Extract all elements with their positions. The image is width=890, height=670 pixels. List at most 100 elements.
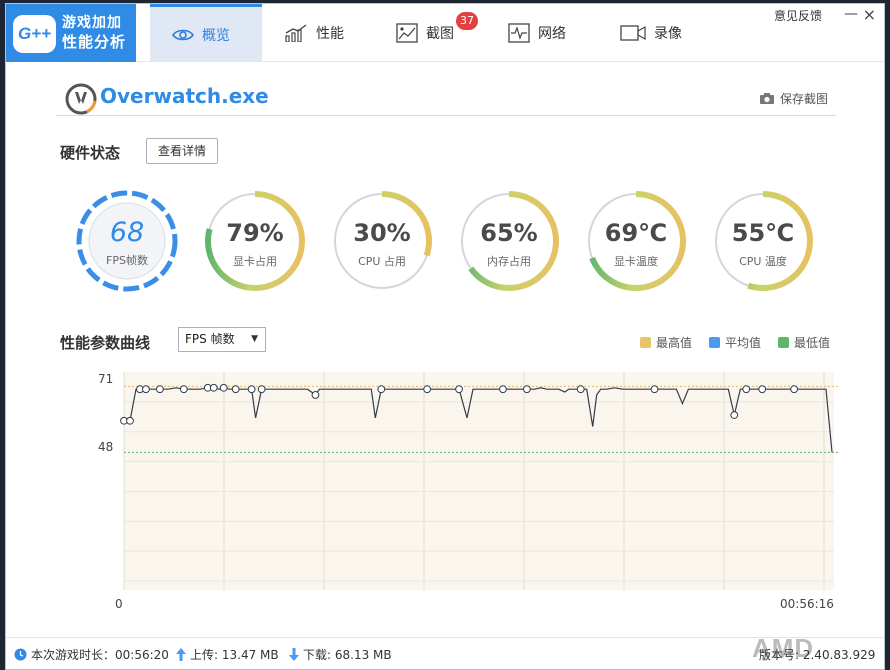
cpu-temperature-label: CPU 温度 bbox=[739, 255, 787, 268]
view-details-button[interactable]: 查看详情 bbox=[146, 138, 218, 164]
download-arrow-icon bbox=[289, 648, 299, 661]
data-point[interactable] bbox=[522, 385, 531, 394]
camera-icon bbox=[759, 93, 774, 104]
logo-line-2: 性能分析 bbox=[62, 33, 127, 51]
tab-network-label: 网络 bbox=[538, 26, 566, 42]
tab-video[interactable]: 录像 bbox=[598, 4, 710, 62]
legend-min-swatch bbox=[778, 337, 789, 348]
legend-max-label: 最高值 bbox=[656, 336, 693, 350]
play-duration: 本次游戏时长：00:56:20 bbox=[14, 646, 169, 663]
save-screenshot-label: 保存截图 bbox=[779, 92, 828, 106]
app-window: G++ 游戏加加 性能分析 概览 性能 截图 37 网络 录像 意见反馈 — ×… bbox=[5, 3, 885, 670]
chevron-down-icon: ▼ bbox=[251, 334, 258, 344]
chart-plot-area bbox=[124, 372, 834, 590]
data-point[interactable] bbox=[257, 385, 266, 394]
app-logo: G++ 游戏加加 性能分析 bbox=[6, 4, 136, 62]
tab-overview-label: 概览 bbox=[202, 27, 230, 44]
legend-min: 最低值 bbox=[778, 334, 830, 351]
top-bar: G++ 游戏加加 性能分析 概览 性能 截图 37 网络 录像 意见反馈 — × bbox=[6, 4, 884, 62]
upload-arrow-icon bbox=[176, 648, 186, 661]
picture-icon bbox=[396, 23, 418, 43]
logo-mark-text: G++ bbox=[17, 24, 52, 43]
tab-performance-label: 性能 bbox=[316, 26, 344, 42]
save-screenshot-button[interactable]: 保存截图 bbox=[759, 90, 828, 107]
performance-curve-title: 性能参数曲线 bbox=[60, 334, 151, 352]
logo-line-1: 游戏加加 bbox=[62, 15, 122, 31]
cpu-usage-label: CPU 占用 bbox=[358, 255, 406, 268]
data-point[interactable] bbox=[650, 385, 659, 394]
data-point[interactable] bbox=[576, 385, 585, 394]
data-point[interactable] bbox=[455, 385, 463, 394]
memory-usage-label: 内存占用 bbox=[487, 255, 531, 268]
data-point[interactable] bbox=[499, 385, 507, 394]
gpu-temperature-label: 显卡温度 bbox=[614, 255, 658, 268]
process-name: Overwatch.exe bbox=[100, 84, 269, 108]
logo-mark-icon: G++ bbox=[13, 15, 56, 53]
amd-watermark-logo: AMD bbox=[752, 633, 815, 663]
legend-avg-swatch bbox=[709, 337, 720, 348]
pulse-icon bbox=[508, 23, 530, 43]
legend-min-label: 最低值 bbox=[794, 336, 831, 350]
fps-value: 68 bbox=[109, 217, 145, 248]
data-point[interactable] bbox=[126, 416, 134, 425]
data-point[interactable] bbox=[155, 385, 164, 394]
upload-stat: 上传: 13.47 MB bbox=[176, 646, 279, 663]
fps-chart bbox=[94, 372, 839, 620]
hardware-status-title: 硬件状态 bbox=[60, 144, 121, 162]
gpu-temperature-value: 69℃ bbox=[604, 219, 668, 247]
data-point[interactable] bbox=[311, 391, 320, 399]
data-point[interactable] bbox=[219, 383, 228, 392]
process-title-row: Overwatch.exe 保存截图 bbox=[56, 78, 836, 116]
fps-chart-canvas bbox=[120, 372, 839, 590]
x-tick-end: 00:56:16 bbox=[780, 597, 834, 611]
data-point[interactable] bbox=[758, 385, 767, 394]
close-button[interactable]: × bbox=[863, 5, 876, 24]
gpu-usage-value: 79% bbox=[226, 219, 284, 247]
gauge-memory-usage: 65% 内存占用 bbox=[457, 189, 561, 293]
cpu-temperature-value: 55℃ bbox=[731, 219, 795, 247]
gauge-fps: 68 FPS帧数 bbox=[75, 189, 179, 293]
data-point[interactable] bbox=[247, 385, 256, 394]
upload-text: 上传: 13.47 MB bbox=[190, 648, 279, 662]
gauge-gpu-usage: 79% 显卡占用 bbox=[203, 189, 307, 293]
download-stat: 下载: 68.13 MB bbox=[289, 646, 392, 663]
data-point[interactable] bbox=[742, 385, 751, 394]
data-point[interactable] bbox=[730, 411, 739, 419]
legend-max: 最高值 bbox=[640, 334, 692, 351]
legend-max-swatch bbox=[640, 337, 651, 348]
bar-chart-icon bbox=[285, 24, 307, 42]
video-camera-icon bbox=[620, 25, 646, 41]
overwatch-logo-icon bbox=[65, 83, 97, 115]
download-text: 下载: 68.13 MB bbox=[303, 648, 392, 662]
data-point[interactable] bbox=[231, 385, 240, 394]
data-point[interactable] bbox=[377, 385, 386, 394]
gauge-cpu-usage: 30% CPU 占用 bbox=[330, 189, 434, 293]
metric-select-value: FPS 帧数 bbox=[185, 332, 235, 346]
tab-screenshot-label: 截图 bbox=[426, 26, 454, 42]
tab-performance[interactable]: 性能 bbox=[262, 4, 374, 62]
tab-overview[interactable]: 概览 bbox=[150, 4, 262, 62]
gauge-cpu-temperature: 55℃ CPU 温度 bbox=[711, 189, 815, 293]
data-point[interactable] bbox=[179, 385, 188, 394]
screenshot-count-badge: 37 bbox=[456, 12, 478, 30]
play-duration-text: 本次游戏时长：00:56:20 bbox=[31, 648, 169, 662]
logo-text: 游戏加加 性能分析 bbox=[62, 14, 136, 52]
legend-avg: 平均值 bbox=[709, 334, 761, 351]
cpu-usage-value: 30% bbox=[353, 219, 411, 247]
data-point[interactable] bbox=[209, 383, 218, 392]
fps-label: FPS帧数 bbox=[106, 254, 148, 267]
x-tick-start: 0 bbox=[115, 597, 123, 611]
legend-avg-label: 平均值 bbox=[725, 336, 762, 350]
eye-icon bbox=[172, 29, 194, 40]
data-point[interactable] bbox=[423, 385, 432, 394]
gpu-usage-label: 显卡占用 bbox=[233, 255, 277, 268]
minimize-button[interactable]: — bbox=[844, 6, 858, 22]
metric-select[interactable]: FPS 帧数 ▼ bbox=[178, 327, 266, 352]
data-point[interactable] bbox=[142, 385, 150, 394]
clock-icon bbox=[14, 648, 27, 661]
gauge-gpu-temperature: 69℃ 显卡温度 bbox=[584, 189, 688, 293]
data-point[interactable] bbox=[790, 385, 799, 394]
tab-network[interactable]: 网络 bbox=[486, 4, 598, 62]
memory-usage-value: 65% bbox=[480, 219, 538, 247]
feedback-link[interactable]: 意见反馈 bbox=[774, 7, 822, 24]
